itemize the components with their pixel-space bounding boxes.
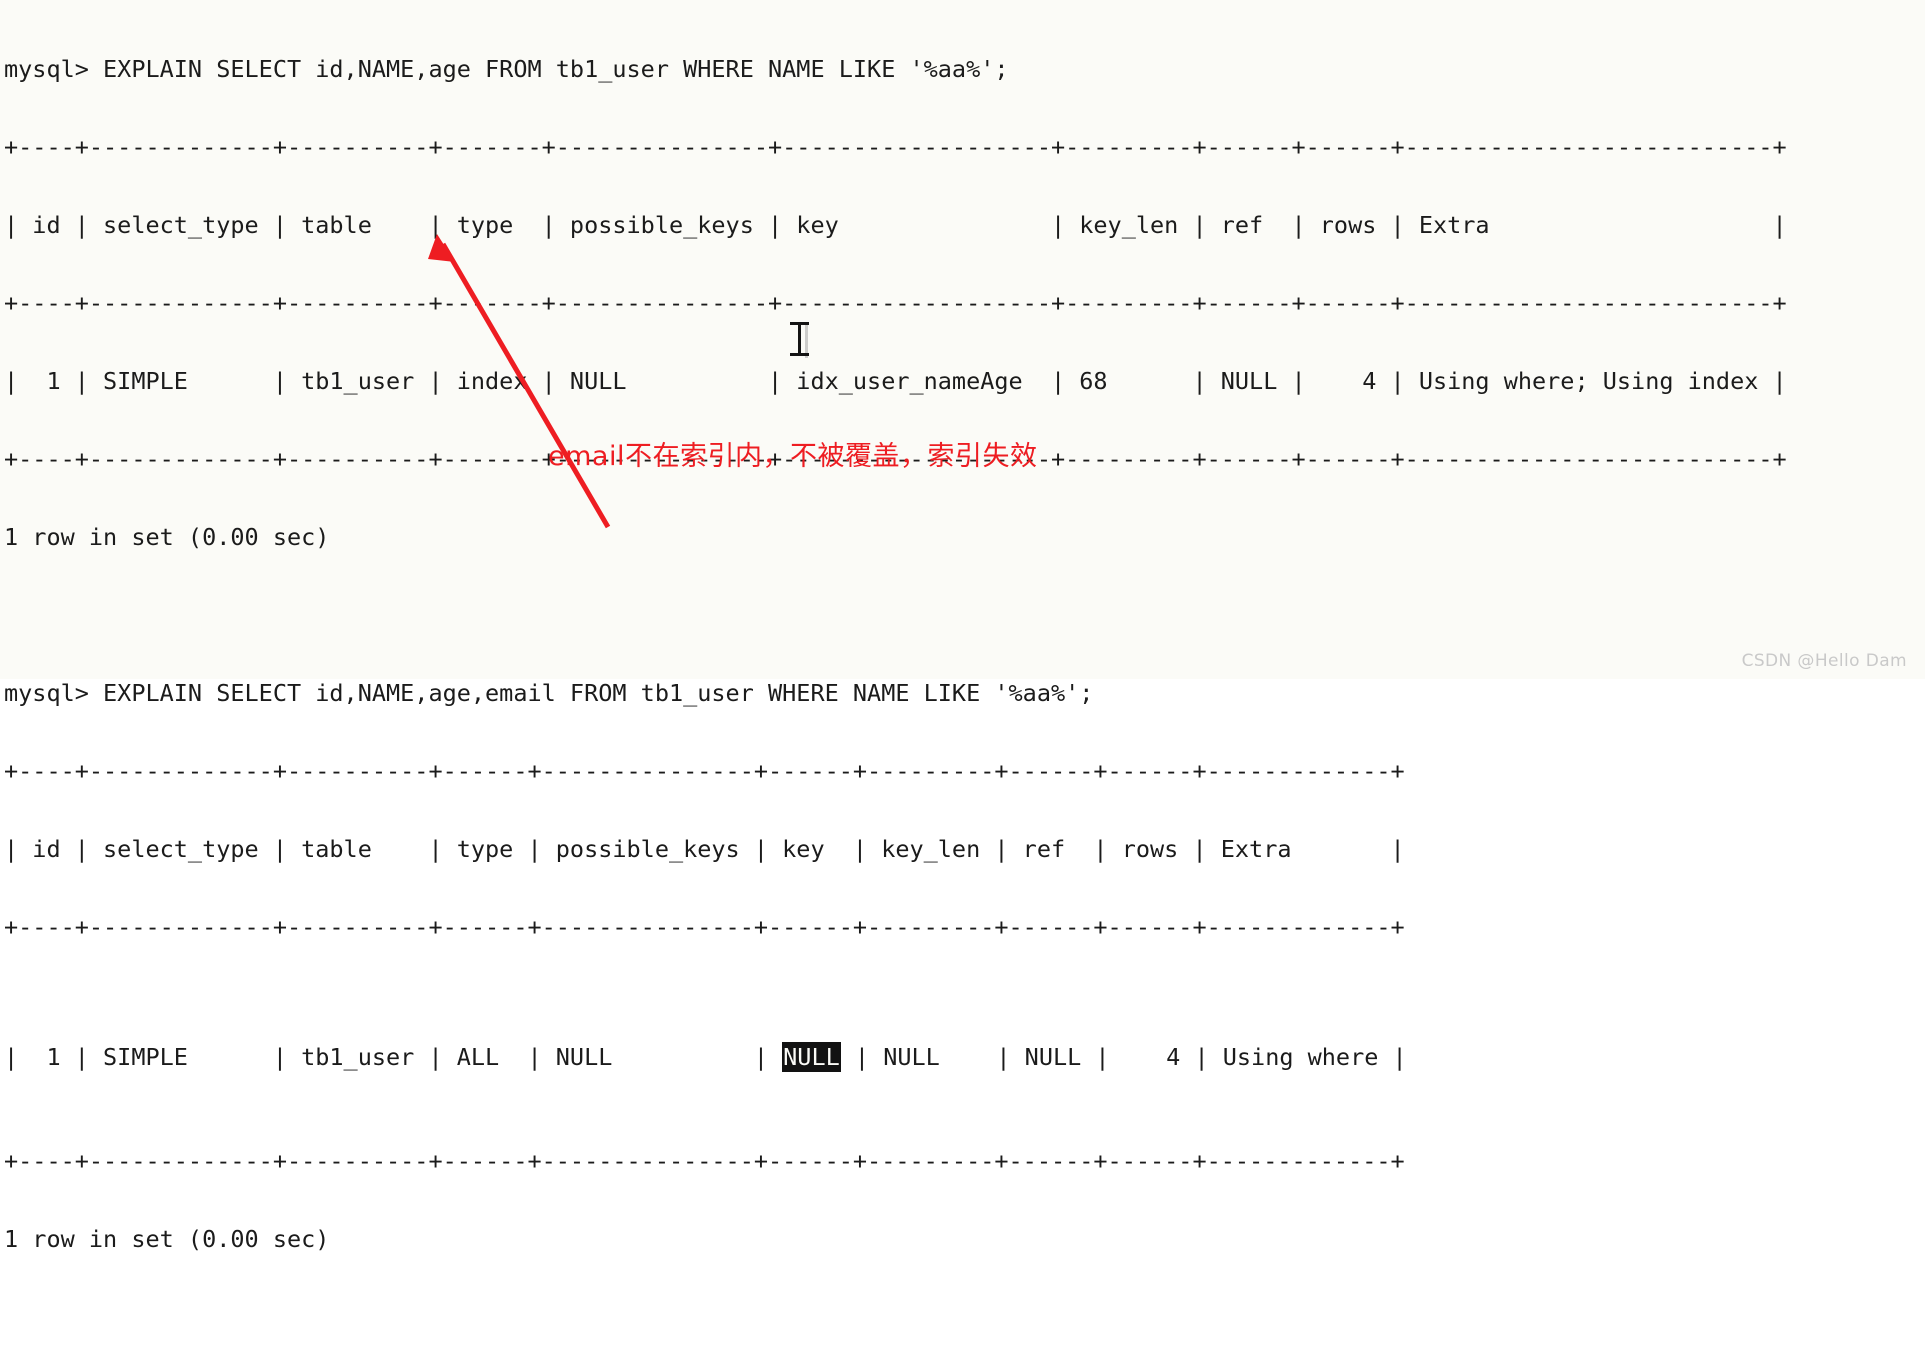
terminal-line-table1-top-border: +----+-------------+----------+-------+-… xyxy=(4,133,1787,161)
terminal-line-table1-header: | id | select_type | table | type | poss… xyxy=(4,211,1787,239)
terminal-line-status-2: 1 row in set (0.00 sec) xyxy=(4,1225,330,1253)
terminal-line-table2-header-separator: +----+-------------+----------+------+--… xyxy=(4,913,1405,941)
terminal-line-table2-row: | 1 | SIMPLE | tb1_user | ALL | NULL | N… xyxy=(4,1042,1925,1072)
terminal-line-table1-row: | 1 | SIMPLE | tb1_user | index | NULL |… xyxy=(4,367,1787,395)
terminal-line-table2-bottom-border: +----+-------------+----------+------+--… xyxy=(4,1147,1405,1175)
terminal-line-table1-bottom-border: +----+-------------+----------+-------+-… xyxy=(4,445,1787,473)
table2-row-suffix: | NULL | NULL | 4 | Using where | xyxy=(840,1043,1407,1071)
terminal-output[interactable]: mysql> EXPLAIN SELECT id,NAME,age FROM t… xyxy=(0,0,1925,1252)
terminal-line-table2-top-border: +----+-------------+----------+------+--… xyxy=(4,757,1405,785)
table2-row-prefix: | 1 | SIMPLE | tb1_user | ALL | NULL | xyxy=(4,1043,783,1071)
terminal-line-table1-header-separator: +----+-------------+----------+-------+-… xyxy=(4,289,1787,317)
terminal-line-blank-2 xyxy=(4,1304,1925,1330)
terminal-line-status-1: 1 row in set (0.00 sec) xyxy=(4,523,330,551)
terminal-line-table2-header: | id | select_type | table | type | poss… xyxy=(4,835,1405,863)
terminal-line-command-1: mysql> EXPLAIN SELECT id,NAME,age FROM t… xyxy=(4,55,1009,83)
terminal-line-command-2: mysql> EXPLAIN SELECT id,NAME,age,email … xyxy=(4,679,1094,707)
selected-cell-null[interactable]: NULL xyxy=(782,1042,841,1072)
terminal-line-blank-1 xyxy=(4,602,1925,628)
